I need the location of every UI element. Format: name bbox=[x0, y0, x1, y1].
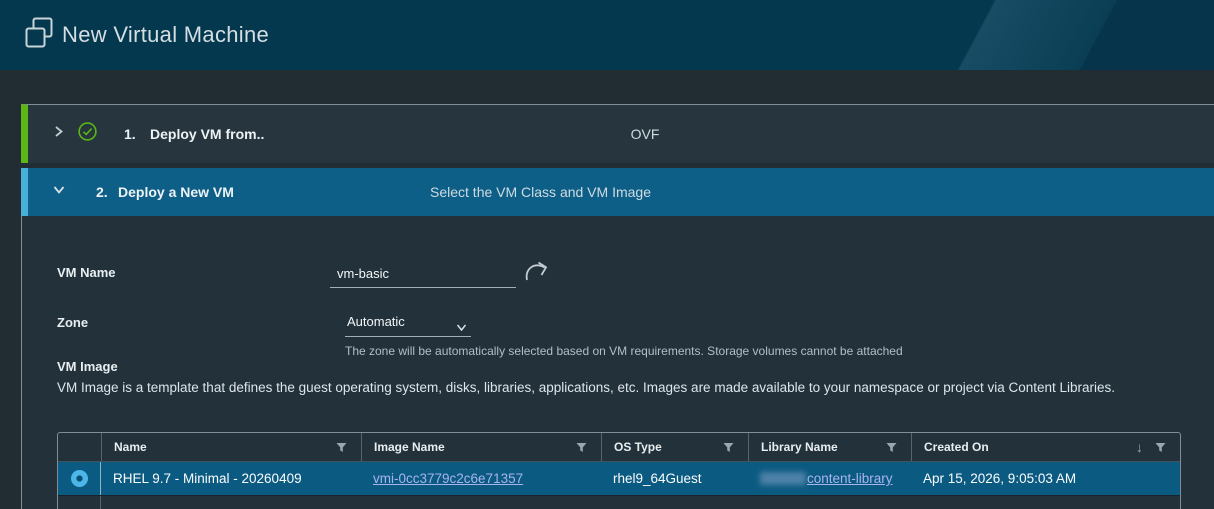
step-description: OVF bbox=[630, 126, 660, 142]
step-title: Deploy VM from.. bbox=[150, 126, 265, 142]
step-number: 1. bbox=[124, 126, 136, 142]
image-name-link[interactable]: vmi-0cc3779c2c6e71357 bbox=[373, 471, 523, 486]
cell-os-type: rhel9_64Guest bbox=[601, 462, 748, 495]
step-title: Deploy a New VM bbox=[118, 184, 234, 200]
step-2-panel: VM Name Zone Automatic The zone will be … bbox=[21, 216, 1214, 509]
vm-icon bbox=[24, 16, 54, 55]
column-label[interactable]: Name bbox=[102, 440, 147, 454]
zone-label: Zone bbox=[57, 315, 89, 330]
column-header-name[interactable]: Name bbox=[101, 433, 361, 461]
zone-helper-text: The zone will be automatically selected … bbox=[345, 344, 903, 358]
filter-funnel-icon[interactable] bbox=[576, 442, 587, 453]
row-radio-cell bbox=[58, 496, 101, 509]
zone-selected-value: Automatic bbox=[347, 314, 405, 329]
column-header-library-name[interactable]: Library Name bbox=[748, 433, 911, 461]
step-description: Select the VM Class and VM Image bbox=[430, 184, 651, 200]
column-label[interactable]: Created On bbox=[912, 440, 989, 454]
vm-image-description: VM Image is a template that defines the … bbox=[57, 380, 1116, 395]
os-type-text: rhel9_64Guest bbox=[613, 471, 702, 486]
column-header-image-name[interactable]: Image Name bbox=[361, 433, 601, 461]
filter-funnel-icon[interactable] bbox=[886, 442, 897, 453]
chevron-down-icon bbox=[456, 319, 467, 337]
chevron-right-icon[interactable] bbox=[52, 125, 65, 144]
table-header-row: Name Image Name OS Type Library Name Cre… bbox=[58, 433, 1180, 462]
wizard-step-1[interactable]: 1. Deploy VM from.. OVF bbox=[21, 104, 1214, 163]
chevron-down-icon[interactable] bbox=[52, 183, 66, 201]
vm-name-field bbox=[330, 262, 516, 288]
sort-descending-icon[interactable]: ↓ bbox=[1136, 440, 1143, 454]
filter-funnel-icon[interactable] bbox=[336, 442, 347, 453]
column-header-os-type[interactable]: OS Type bbox=[601, 433, 748, 461]
column-label[interactable]: Library Name bbox=[749, 440, 838, 454]
vm-name-label: VM Name bbox=[57, 265, 116, 280]
step-number: 2. bbox=[96, 184, 108, 200]
row-radio-cell bbox=[58, 462, 101, 495]
redacted-text bbox=[760, 472, 806, 485]
dialog-titlebar: New Virtual Machine bbox=[0, 0, 1214, 70]
wizard-step-2[interactable]: 2. Deploy a New VM Select the VM Class a… bbox=[21, 168, 1214, 216]
redo-arrow-icon[interactable] bbox=[520, 258, 552, 288]
vm-image-name-text: RHEL 9.7 - Minimal - 20260409 bbox=[113, 471, 302, 486]
cell-name: RHEL 9.7 - Minimal - 20260409 bbox=[101, 462, 361, 495]
vm-image-label: VM Image bbox=[57, 359, 118, 374]
column-header-created-on[interactable]: Created On ↓ bbox=[911, 433, 1180, 461]
zone-select[interactable]: Automatic bbox=[345, 311, 471, 337]
dialog-title: New Virtual Machine bbox=[62, 22, 270, 47]
column-label[interactable]: Image Name bbox=[362, 440, 445, 454]
cell-created-on: Apr 15, 2026, 9:05:03 AM bbox=[911, 462, 1180, 495]
new-virtual-machine-dialog: New Virtual Machine 1. Deploy VM from.. … bbox=[0, 0, 1214, 509]
filter-funnel-icon[interactable] bbox=[723, 442, 734, 453]
created-on-text: Apr 15, 2026, 9:05:03 AM bbox=[923, 471, 1077, 486]
radio-selected[interactable] bbox=[70, 470, 88, 487]
table-row-partial[interactable] bbox=[58, 495, 1180, 509]
cell-library-name: content-library bbox=[748, 462, 911, 495]
table-row-selected[interactable]: RHEL 9.7 - Minimal - 20260409 vmi-0cc377… bbox=[58, 462, 1180, 495]
vm-image-table: Name Image Name OS Type Library Name Cre… bbox=[57, 432, 1181, 509]
filter-funnel-icon[interactable] bbox=[1155, 442, 1166, 453]
radio-column-header bbox=[58, 433, 101, 461]
column-label[interactable]: OS Type bbox=[602, 440, 662, 454]
vm-name-input[interactable] bbox=[330, 262, 516, 287]
cell-image-name: vmi-0cc3779c2c6e71357 bbox=[361, 462, 601, 495]
check-circle-icon bbox=[77, 121, 98, 147]
library-name-link[interactable]: content-library bbox=[807, 471, 893, 486]
